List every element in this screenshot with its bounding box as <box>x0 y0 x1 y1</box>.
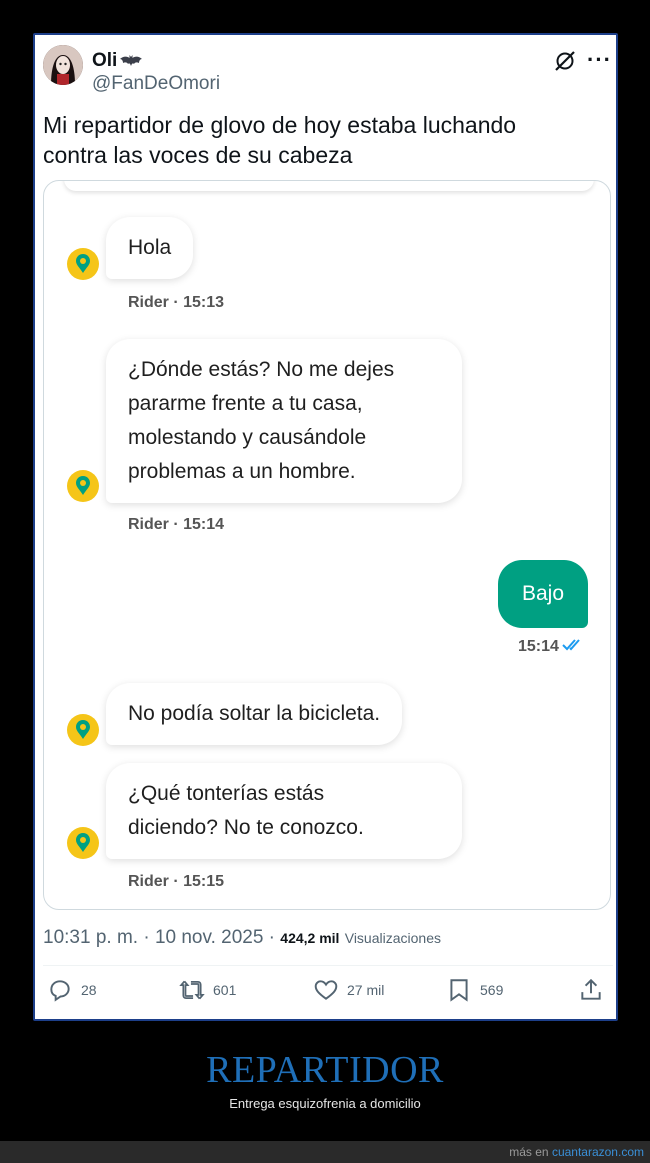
read-ticks-icon <box>562 639 580 651</box>
retweet-button[interactable]: 601 <box>179 977 236 1003</box>
footer-prefix: más en <box>509 1145 552 1159</box>
footer-site-link[interactable]: cuantarazon.com <box>552 1145 644 1159</box>
retweet-icon <box>179 980 205 1000</box>
footer-text: más en cuantarazon.com <box>509 1145 644 1159</box>
bookmark-count: 569 <box>480 982 504 998</box>
footer-bar: más en cuantarazon.com <box>0 1141 650 1163</box>
chat-screenshot-media[interactable]: Hola Rider · 15:13 ¿Dónde estás? No me d… <box>43 180 611 910</box>
more-icon[interactable]: ··· <box>587 47 612 73</box>
views-label: Visualizaciones <box>344 930 441 946</box>
tweet-text-line: contra las voces de su cabeza <box>43 142 353 168</box>
like-button[interactable]: 27 mil <box>313 977 384 1003</box>
separator: · <box>263 927 281 948</box>
chat-bubble-line: pararme frente a tu casa, <box>128 392 363 415</box>
message-meta: Rider · 15:15 <box>128 873 225 890</box>
share-button[interactable] <box>578 977 604 1003</box>
reply-count: 28 <box>81 982 97 998</box>
bookmark-button[interactable]: 569 <box>446 977 503 1003</box>
heart-icon <box>314 980 338 1000</box>
tweet-card: Oli @FanDeOmori ··· Mi repartidor de glo… <box>33 33 618 1021</box>
rider-pin-icon <box>67 248 99 280</box>
tweet-timestamp-line: 10:31 p. m. · 10 nov. 2025 · 424,2 mil V… <box>43 927 441 949</box>
chat-bubble-rider: ¿Qué tonterías estás diciendo? No te con… <box>106 763 462 859</box>
caption-subtitle: Entrega esquizofrenia a domicilio <box>229 1096 421 1111</box>
grok-icon[interactable] <box>553 49 577 73</box>
chat-bubble-line: Hola <box>128 236 172 259</box>
display-name[interactable]: Oli <box>92 50 143 72</box>
chat-top-strip <box>64 181 594 191</box>
chat-bubble-rider: No podía soltar la bicicleta. <box>106 683 403 745</box>
chat-bubble-rider: Hola <box>106 217 194 279</box>
chat-bubble-line: diciendo? No te conozco. <box>128 816 364 839</box>
views-count: 424,2 mil <box>280 930 340 946</box>
rider-pin-icon <box>67 714 99 746</box>
message-meta: 15:14 <box>518 638 559 655</box>
rider-pin-icon <box>67 470 99 502</box>
chat-bubble-line: No podía soltar la bicicleta. <box>128 702 381 725</box>
divider <box>43 965 613 966</box>
avatar[interactable] <box>43 45 83 85</box>
bat-icon <box>120 55 143 66</box>
chat-bubble-line: ¿Qué tonterías estás <box>128 782 325 805</box>
chat-bubble-line: problemas a un hombre. <box>128 460 356 483</box>
share-icon <box>581 978 601 1000</box>
chat-bubble-rider: ¿Dónde estás? No me dejes pararme frente… <box>106 339 462 503</box>
reply-button[interactable]: 28 <box>47 977 97 1003</box>
tweet-datetime[interactable]: 10:31 p. m. · 10 nov. 2025 <box>43 927 263 948</box>
message-meta: Rider · 15:13 <box>128 294 225 311</box>
chat-bubble-line: molestando y causándole <box>128 426 367 449</box>
retweet-count: 601 <box>213 982 237 998</box>
rider-pin-icon <box>67 827 99 859</box>
chat-bubble-own: Bajo <box>498 560 589 628</box>
tweet-text-line: Mi repartidor de glovo de hoy estaba luc… <box>43 112 517 138</box>
caption-title: REPARTIDOR <box>206 1049 444 1091</box>
handle[interactable]: @FanDeOmori <box>92 73 220 95</box>
tweet-text: Mi repartidor de glovo de hoy estaba luc… <box>43 110 603 170</box>
chat-bubble-line: Bajo <box>522 582 565 605</box>
display-name-text: Oli <box>92 50 118 71</box>
reply-icon <box>50 980 70 1002</box>
chat-bubble-line: ¿Dónde estás? No me dejes <box>128 358 395 381</box>
like-count: 27 mil <box>347 982 385 998</box>
bookmark-icon <box>450 979 468 1002</box>
message-meta: Rider · 15:14 <box>128 516 225 533</box>
